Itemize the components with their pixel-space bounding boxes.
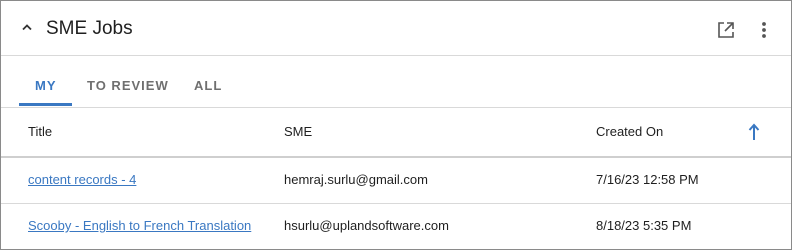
sme-email: hsurlu@uplandsoftware.com [284, 218, 449, 233]
sme-email: hemraj.surlu@gmail.com [284, 172, 428, 187]
sort-button[interactable] [747, 122, 761, 142]
column-header-title[interactable]: Title [28, 124, 52, 140]
active-tab-indicator [19, 103, 72, 106]
more-options-button[interactable] [757, 20, 771, 40]
table-row: Scooby - English to French Translation h… [1, 204, 791, 249]
created-on-date: 7/16/23 12:58 PM [596, 172, 699, 187]
job-title-link[interactable]: content records - 4 [28, 172, 136, 188]
open-in-new-button[interactable] [717, 21, 735, 39]
tab-bar: MY TO REVIEW ALL [1, 56, 791, 108]
widget-title: SME Jobs [46, 18, 133, 39]
created-on-date: 8/18/23 5:35 PM [596, 218, 692, 233]
open-in-new-icon [718, 22, 734, 38]
widget-header: SME Jobs [1, 1, 791, 56]
table-header: Title SME Created On [1, 108, 791, 158]
table-row: content records - 4 hemraj.surlu@gmail.c… [1, 158, 791, 204]
arrow-up-icon [748, 123, 760, 140]
more-vertical-icon [762, 22, 766, 38]
collapse-button[interactable] [18, 18, 36, 36]
tab-my[interactable]: MY [35, 78, 57, 94]
column-header-created-on[interactable]: Created On [596, 124, 663, 140]
column-header-sme[interactable]: SME [284, 124, 312, 140]
sme-jobs-widget: SME Jobs MY TO REVIEW ALL Title SME Crea… [0, 0, 792, 250]
job-title-link[interactable]: Scooby - English to French Translation [28, 218, 251, 234]
tab-all[interactable]: ALL [194, 78, 222, 94]
chevron-up-icon [22, 24, 32, 31]
tab-to-review[interactable]: TO REVIEW [87, 78, 169, 94]
